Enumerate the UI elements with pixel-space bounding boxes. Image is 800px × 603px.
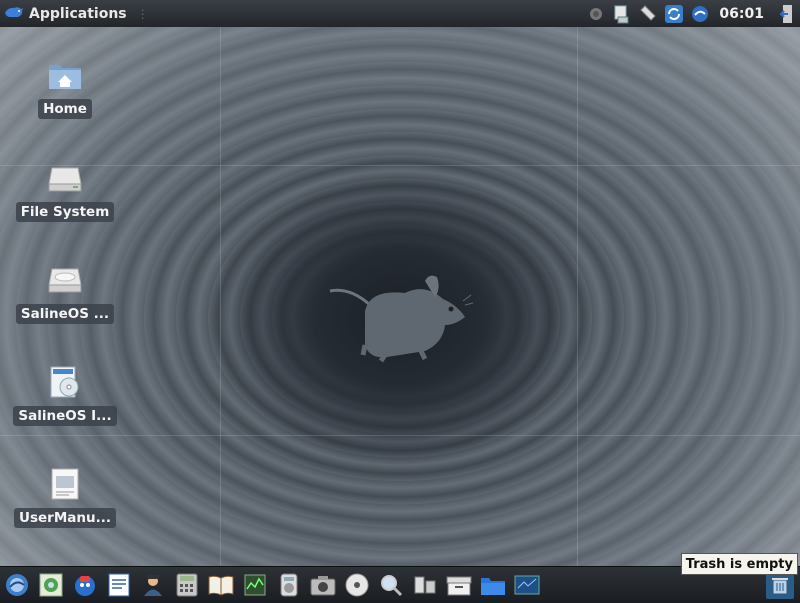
image-viewer-icon[interactable] bbox=[37, 571, 65, 599]
clock[interactable]: 06:01 bbox=[719, 6, 764, 22]
desktop-icon-label: File System bbox=[15, 202, 115, 222]
desktop-icon-salineos-installer[interactable]: SalineOS I... bbox=[10, 364, 120, 426]
xfce-mouse-icon bbox=[4, 4, 24, 24]
calculator-icon[interactable] bbox=[173, 571, 201, 599]
wallpaper-line bbox=[577, 27, 578, 566]
home-folder-icon bbox=[47, 57, 83, 93]
system-tray: 06:01 bbox=[583, 0, 800, 27]
archive-icon[interactable] bbox=[445, 571, 473, 599]
desktop-icon-salineos-disc[interactable]: SalineOS ... bbox=[10, 262, 120, 324]
desktop-icon-label: SalineOS ... bbox=[15, 304, 115, 324]
logout-icon[interactable] bbox=[777, 4, 797, 24]
browser-icon[interactable] bbox=[690, 4, 710, 24]
desktop[interactable]: Home File System SalineOS ... SalineOS I… bbox=[0, 27, 800, 566]
chat-icon[interactable] bbox=[71, 571, 99, 599]
network-manager-icon[interactable] bbox=[411, 571, 439, 599]
desktop-icon-label: Home bbox=[38, 99, 92, 119]
drive-icon bbox=[47, 160, 83, 196]
cd-burner-icon[interactable] bbox=[343, 571, 371, 599]
file-manager-icon[interactable] bbox=[479, 571, 507, 599]
camera-icon[interactable] bbox=[309, 571, 337, 599]
installer-icon bbox=[47, 364, 83, 400]
wallpaper-line bbox=[0, 165, 800, 166]
volume-icon[interactable] bbox=[586, 4, 606, 24]
trash-icon[interactable] bbox=[766, 571, 794, 599]
optical-drive-icon bbox=[47, 262, 83, 298]
screenshot-icon[interactable] bbox=[513, 571, 541, 599]
clipboard-icon[interactable] bbox=[638, 4, 658, 24]
desktop-icon-file-system[interactable]: File System bbox=[10, 160, 120, 222]
wallpaper-line bbox=[220, 27, 221, 566]
xfce-mouse-logo bbox=[329, 275, 474, 363]
desktop-icon-label: SalineOS I... bbox=[13, 406, 117, 426]
dictionary-icon[interactable] bbox=[207, 571, 235, 599]
applications-label: Applications bbox=[29, 5, 127, 22]
document-icon bbox=[47, 466, 83, 502]
text-editor-icon[interactable] bbox=[105, 571, 133, 599]
desktop-icon-label: UserManu... bbox=[14, 508, 116, 528]
trash-tooltip: Trash is empty bbox=[680, 553, 798, 575]
applications-menu-button[interactable]: Applications bbox=[0, 0, 133, 27]
network-icon[interactable] bbox=[612, 4, 632, 24]
wallpaper-line bbox=[0, 435, 800, 436]
desktop-icon-user-manual[interactable]: UserManu... bbox=[10, 466, 120, 528]
update-icon[interactable] bbox=[664, 4, 684, 24]
audio-player-icon[interactable] bbox=[275, 571, 303, 599]
user-icon[interactable] bbox=[139, 571, 167, 599]
top-panel: Applications ⋮ 06:01 bbox=[0, 0, 800, 28]
desktop-icon-home[interactable]: Home bbox=[10, 57, 120, 119]
system-monitor-icon[interactable] bbox=[241, 571, 269, 599]
web-browser-icon[interactable] bbox=[3, 571, 31, 599]
search-icon[interactable] bbox=[377, 571, 405, 599]
panel-separator: ⋮ bbox=[136, 6, 149, 21]
